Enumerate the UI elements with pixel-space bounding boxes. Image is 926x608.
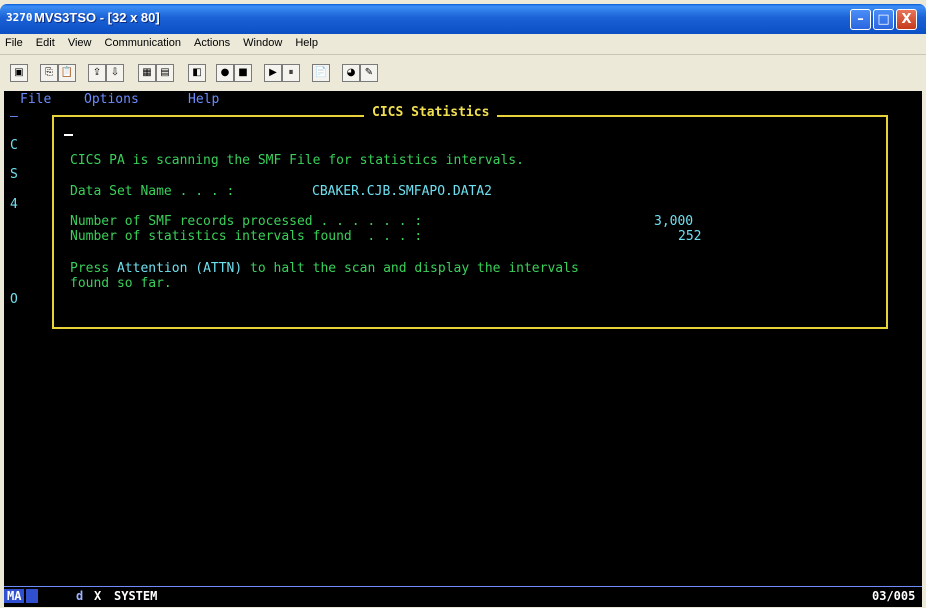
cursor-position: 03/005 [872,589,916,603]
terminal-menu-file[interactable]: File [20,92,51,107]
dsn-label: Data Set Name . . . : [70,184,235,199]
attn-instruction-line2: found so far. [70,276,172,291]
terminal-menu-options[interactable]: Options [84,92,139,107]
macro-icon[interactable]: ◧ [188,64,206,82]
customize-icon[interactable]: ✎ [360,64,378,82]
panel-title: CICS Statistics [364,105,498,120]
menu-bar: File Edit View Communication Actions Win… [0,34,926,55]
status-ma: MA [4,589,25,603]
title-bar[interactable]: 3270 MVS3TSO - [32 x 80] – □ X [0,4,926,34]
menu-file[interactable]: File [0,34,28,49]
receive-file-icon[interactable]: ⇩ [106,64,124,82]
text-cursor [64,134,73,136]
menu-communication[interactable]: Communication [100,34,186,49]
press-rest: to halt the scan and display the interva… [242,261,579,276]
emulator-window: 3270 MVS3TSO - [32 x 80] – □ X File Edit… [0,0,926,608]
records-label: Number of SMF records processed . . . . … [70,214,423,229]
maximize-button[interactable]: □ [873,9,894,30]
status-bar: MA d X SYSTEM 03/005 [4,586,922,607]
side-letter-4: 4 [10,197,18,212]
record-macro-icon[interactable]: ● [216,64,234,82]
menu-help[interactable]: Help [290,34,323,49]
records-value: 3,000 [654,214,694,229]
menu-view[interactable]: View [63,34,97,49]
close-button[interactable]: X [896,9,917,30]
side-letter-o: O [10,292,18,307]
intervals-label: Number of statistics intervals found . .… [70,229,423,244]
terminal-menu-help[interactable]: Help [188,92,219,107]
attn-instruction: Press Attention (ATTN) to halt the scan … [70,261,579,276]
attention-word: Attention [116,261,188,276]
menu-window[interactable]: Window [238,34,287,49]
terminal-screen[interactable]: File Options Help – C S 4 O CICS Statist… [4,91,922,586]
terminal-icon[interactable]: ▤ [156,64,174,82]
attn-key: (ATTN) [195,261,243,276]
copy-icon[interactable]: ⎘ [40,64,58,82]
pause-macro-icon[interactable]: ⏸ [282,64,300,82]
app-icon: 3270 [6,11,33,24]
intervals-value: 252 [678,229,702,244]
toolbar: ▣ ⎘ 📋 ⇪ ⇩ ▦ ▤ ◧ ● ■ ▶ ⏸ 📄 ◕ ✎ [0,55,926,91]
side-dash: – [10,109,18,124]
clipboard-icon[interactable]: 📄 [312,64,330,82]
system-lock-icon: X [94,589,102,603]
send-file-icon[interactable]: ⇪ [88,64,106,82]
color-map-icon[interactable]: ◕ [342,64,360,82]
play-macro-icon[interactable]: ▶ [264,64,282,82]
display-icon[interactable]: ▣ [10,64,28,82]
screen-icon[interactable]: ▦ [138,64,156,82]
minimize-button[interactable]: – [850,9,871,30]
stop-macro-icon[interactable]: ■ [234,64,252,82]
scan-message: CICS PA is scanning the SMF File for sta… [70,153,524,168]
window-title: MVS3TSO - [32 x 80] [34,10,160,25]
menu-edit[interactable]: Edit [31,34,60,49]
paste-icon[interactable]: 📋 [58,64,76,82]
dsn-value: CBAKER.CJB.SMFAPO.DATA2 [312,184,493,199]
menu-actions[interactable]: Actions [189,34,235,49]
status-system: SYSTEM [114,589,158,603]
status-block [26,589,38,603]
side-letter-s: S [10,167,18,182]
status-session: d [76,589,84,603]
press-prefix: Press [70,261,117,276]
side-letter-c: C [10,138,18,153]
